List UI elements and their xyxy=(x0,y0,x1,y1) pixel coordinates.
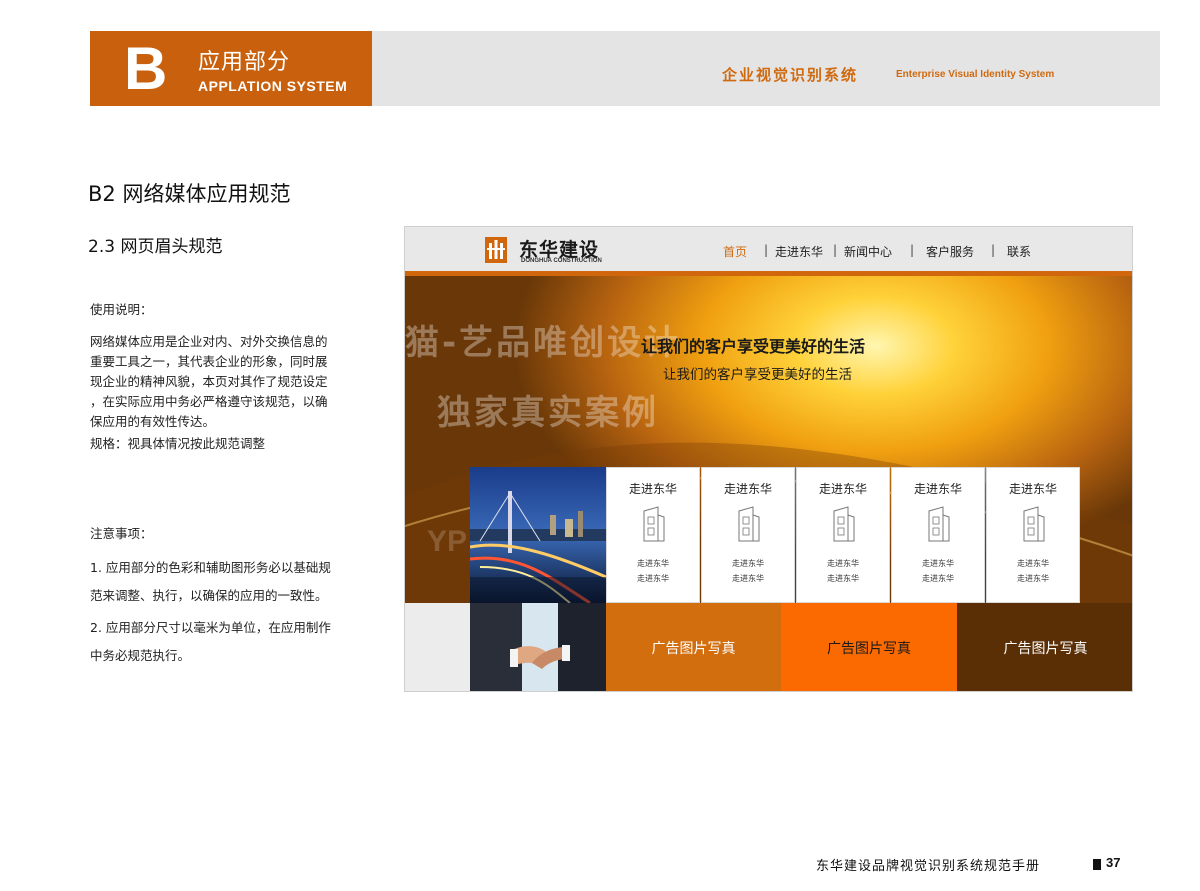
mockup-logo-en: DONGHUA CONSTRUCTION xyxy=(521,258,602,264)
card-title: 走进东华 xyxy=(723,482,772,496)
card-line: 走进东华 xyxy=(922,574,954,583)
note-line: 2. 应用部分尺寸以毫米为单位，在应用制作 xyxy=(90,620,331,635)
note-line: 1. 应用部分的色彩和辅助图形务必以基础规 xyxy=(90,560,331,575)
ad-banner-2[interactable]: 广告图片写真 xyxy=(781,603,957,691)
card-title: 走进东华 xyxy=(628,482,677,496)
card-line: 走进东华 xyxy=(1017,574,1049,583)
card-line: 走进东华 xyxy=(827,559,859,568)
menu-item-news[interactable]: 新闻中心 xyxy=(844,243,892,260)
card-line: 走进东华 xyxy=(827,574,859,583)
menu-item-service[interactable]: 客户服务 xyxy=(926,243,974,260)
city-bridge-photo xyxy=(470,467,606,603)
card-line: 走进东华 xyxy=(732,559,764,568)
note-line: 中务必规范执行。 xyxy=(90,648,191,663)
card-title: 走进东华 xyxy=(913,482,962,496)
card-title: 走进东华 xyxy=(818,482,867,496)
spec-text: 规格：视具体情况按此规范调整 xyxy=(90,436,266,451)
menu-separator: | xyxy=(764,243,769,257)
card-line: 走进东华 xyxy=(922,559,954,568)
ad-banner-3[interactable]: 广告图片写真 xyxy=(957,603,1132,691)
usage-line: 现企业的精神风貌，本页对其作了规范设定 xyxy=(90,374,328,389)
vi-system-title-en: Enterprise Visual Identity System xyxy=(896,69,1055,80)
building-icon xyxy=(928,506,950,542)
building-icon xyxy=(833,506,855,542)
usage-description: 网络媒体应用是企业对内、对外交换信息的 重要工具之一，其代表企业的形象，同时展 … xyxy=(90,332,380,432)
card[interactable]: 走进东华 走进东华 走进东华 xyxy=(701,467,795,603)
watermark-text: YP xyxy=(427,525,468,558)
card[interactable]: 走进东华 走进东华 走进东华 xyxy=(796,467,890,603)
building-icon xyxy=(643,506,665,542)
footer-marker xyxy=(1093,859,1101,870)
menu-separator: | xyxy=(991,243,996,257)
banner-slogan-sub: 让我们的客户享受更美好的生活 xyxy=(663,367,852,383)
banner-slogan-main: 让我们的客户享受更美好的生活 xyxy=(641,337,866,356)
page-subtitle: 2.3 网页眉头规范 xyxy=(88,237,223,257)
building-icon xyxy=(1023,506,1045,542)
vi-system-title-cn: 企业视觉识别系统 xyxy=(722,66,859,84)
card-line: 走进东华 xyxy=(732,574,764,583)
menu-item-about[interactable]: 走进东华 xyxy=(775,243,823,260)
mockup-cards: 走进东华 走进东华 走进东华 走进东华 走进东华 走进东华 走进东华 走进东华 … xyxy=(606,467,1081,603)
menu-separator: | xyxy=(833,243,838,257)
usage-line: 重要工具之一，其代表企业的形象，同时展 xyxy=(90,354,328,369)
card-line: 走进东华 xyxy=(637,574,669,583)
card[interactable]: 走进东华 走进东华 走进东华 xyxy=(606,467,700,603)
ad-banner-1[interactable]: 广告图片写真 xyxy=(606,603,781,691)
handshake-photo xyxy=(470,603,606,691)
usage-line: 保应用的有效性传达。 xyxy=(90,414,216,429)
page-number: 37 xyxy=(1106,855,1121,870)
logo-mark-icon xyxy=(485,237,507,263)
usage-heading: 使用说明： xyxy=(90,302,153,317)
menu-item-home[interactable]: 首页 xyxy=(723,243,747,260)
watermark-text: 猫-艺品唯创设计 xyxy=(405,323,682,363)
card-line: 走进东华 xyxy=(1017,559,1049,568)
footer-title: 东华建设品牌视觉识别系统规范手册 xyxy=(816,859,1041,874)
section-title-cn: 应用部分 xyxy=(198,50,291,75)
card[interactable]: 走进东华 走进东华 走进东华 xyxy=(986,467,1080,603)
mockup-left-panel xyxy=(405,603,470,691)
card-title: 走进东华 xyxy=(1008,482,1057,496)
note-2: 2. 应用部分尺寸以毫米为单位，在应用制作 中务必规范执行。 xyxy=(90,614,380,670)
section-letter: B xyxy=(124,35,168,102)
usage-line: 网络媒体应用是企业对内、对外交换信息的 xyxy=(90,334,328,349)
card-line: 走进东华 xyxy=(637,559,669,568)
watermark-text: 独家真实案例 xyxy=(437,393,659,433)
webpage-mockup: 东华建设 DONGHUA CONSTRUCTION 首页 | 走进东华 | 新闻… xyxy=(404,226,1133,692)
section-title-en: APPLATION SYSTEM xyxy=(198,78,348,94)
notes-heading: 注意事项： xyxy=(90,526,153,541)
card[interactable]: 走进东华 走进东华 走进东华 xyxy=(891,467,985,603)
page-title: B2 网络媒体应用规范 xyxy=(88,182,291,206)
menu-separator: | xyxy=(910,243,915,257)
usage-line: ，在实际应用中务必严格遵守该规范，以确 xyxy=(90,394,328,409)
note-1: 1. 应用部分的色彩和辅助图形务必以基础规 范来调整、执行，以确保的应用的一致性… xyxy=(90,554,380,610)
menu-item-contact[interactable]: 联系 xyxy=(1007,243,1031,260)
note-line: 范来调整、执行，以确保的应用的一致性。 xyxy=(90,588,328,603)
building-icon xyxy=(738,506,760,542)
